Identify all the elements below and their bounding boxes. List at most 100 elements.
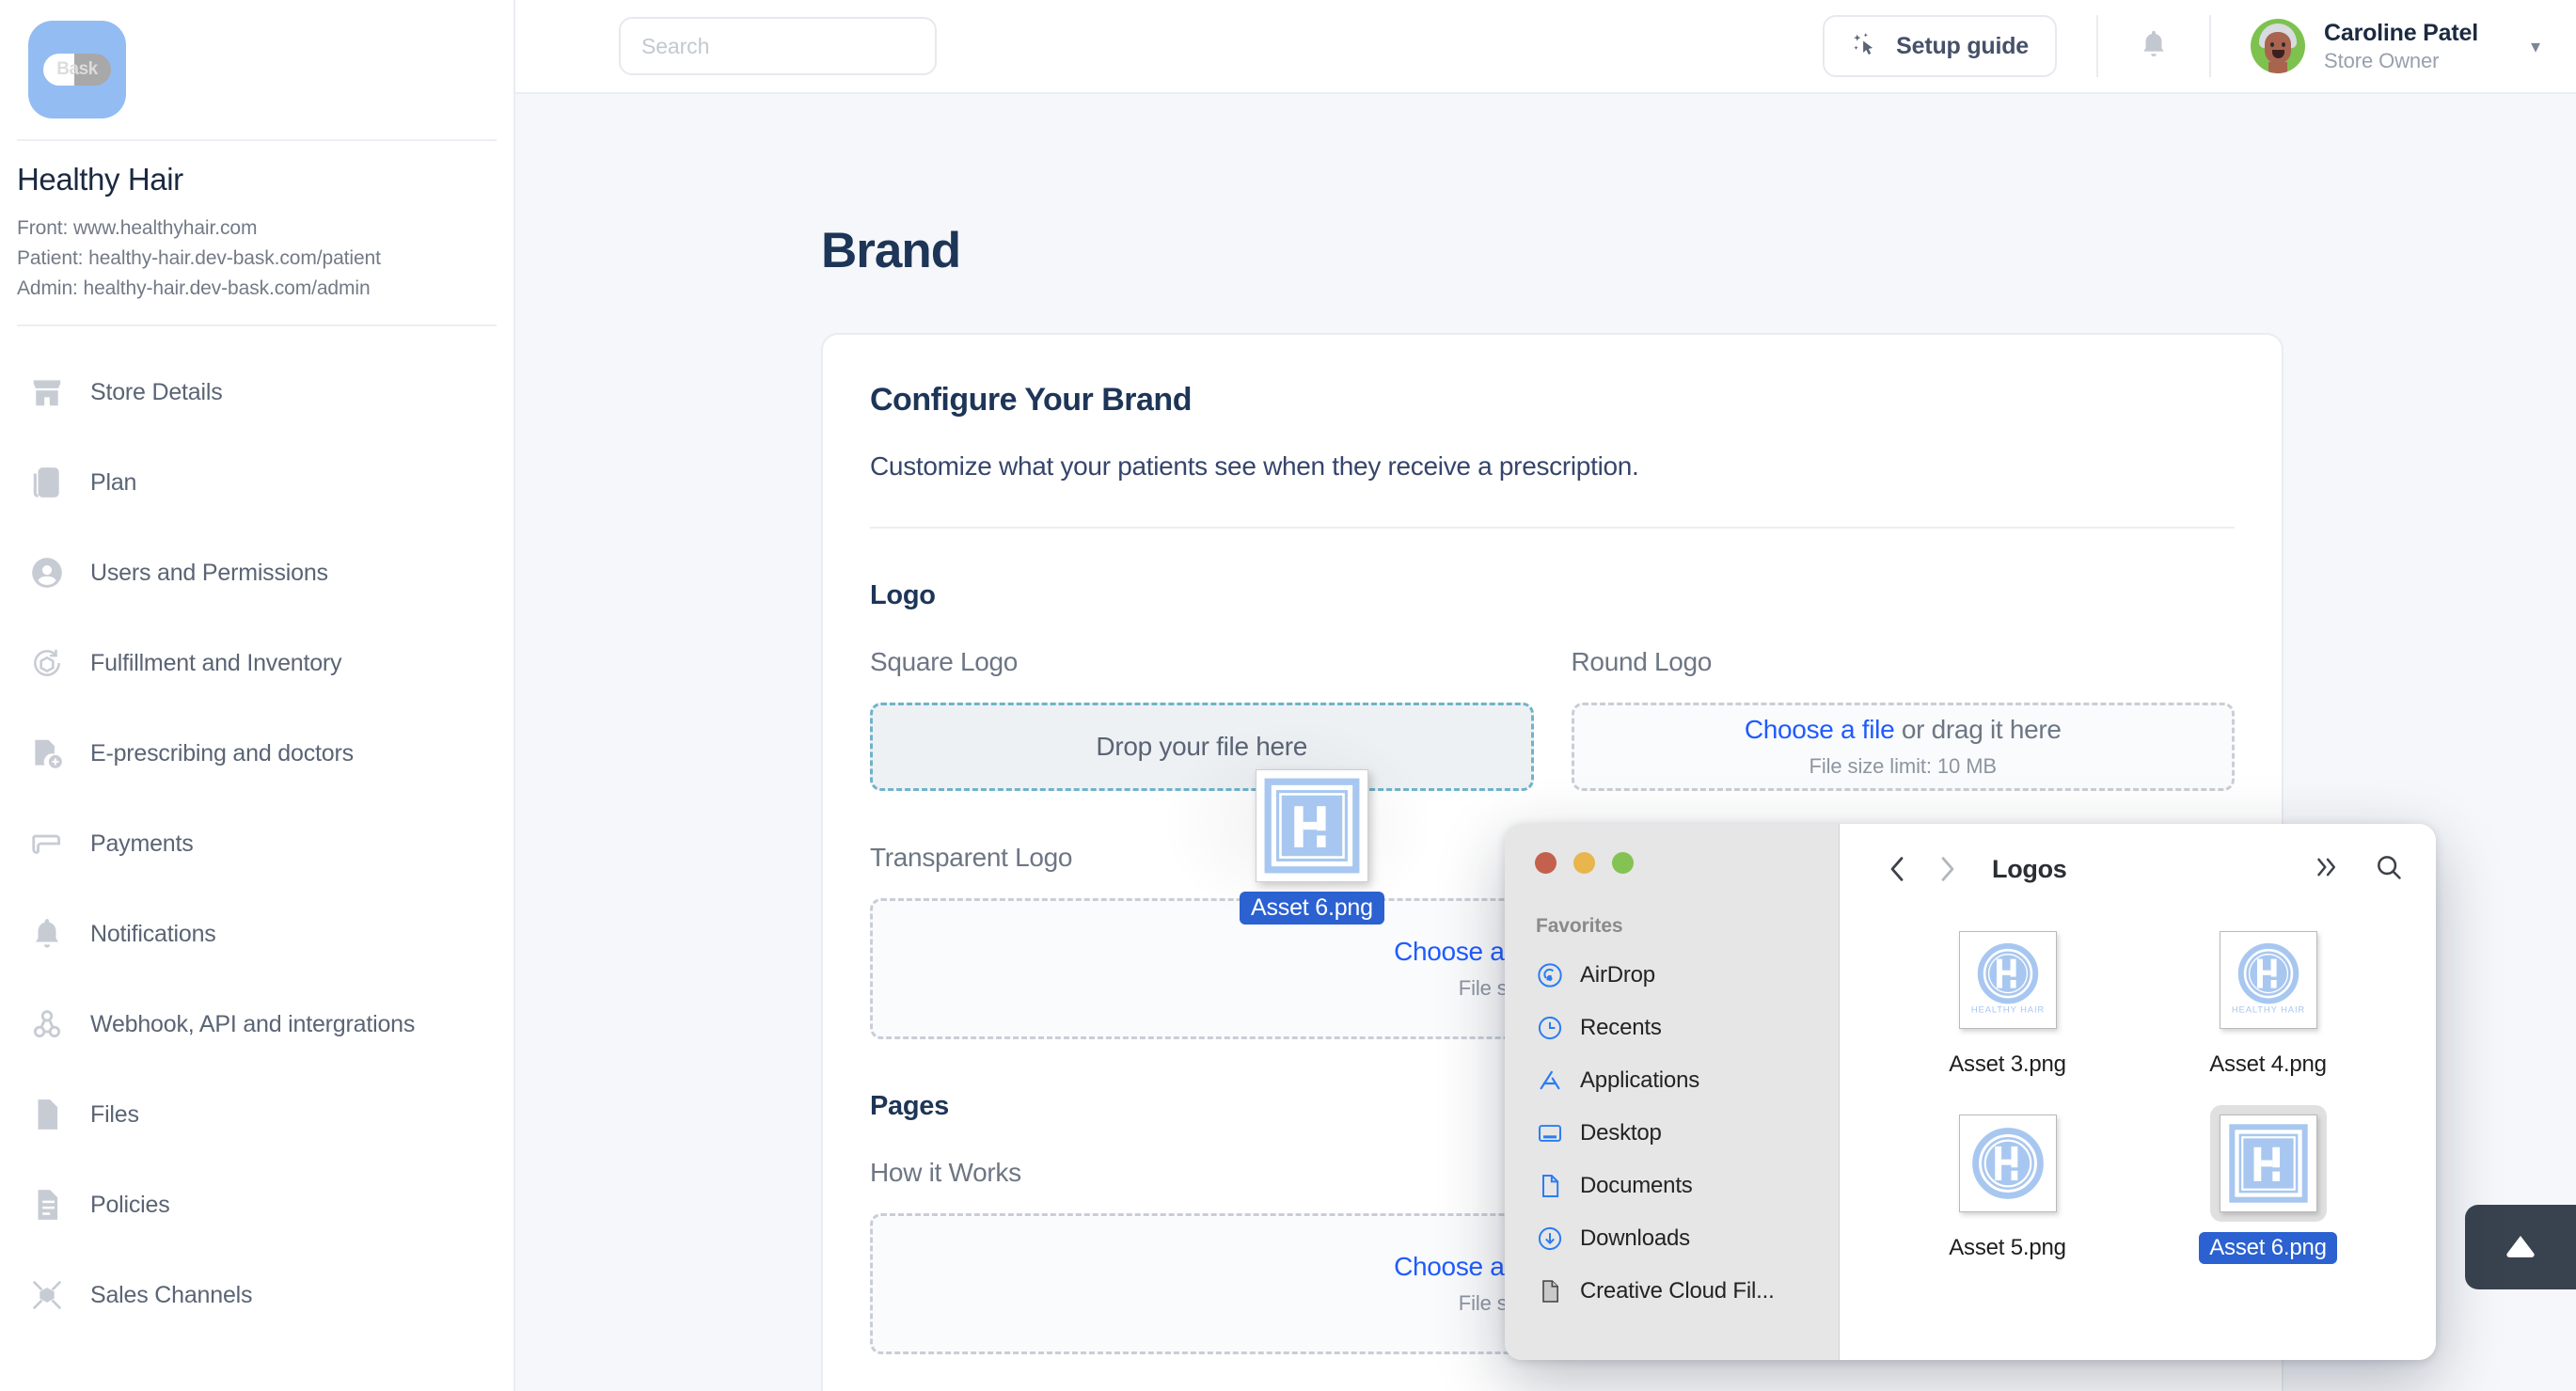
search-icon[interactable] [2374, 852, 2404, 887]
finder-item-downloads[interactable]: Downloads [1505, 1212, 1839, 1265]
logo-grid: Square Logo Drop your file here Round Lo… [823, 647, 2282, 791]
store-url-front: Front: www.healthyhair.com [17, 217, 258, 239]
creative-cloud-icon [1536, 1277, 1564, 1305]
search-placeholder: Search [641, 33, 710, 58]
notifications-button[interactable] [2138, 28, 2170, 65]
sidebar-item-e-prescribing-and-doctors[interactable]: E-prescribing and doctors [0, 708, 514, 798]
store-url-patient: Patient: healthy-hair.dev-bask.com/patie… [17, 247, 381, 270]
square-logo-dropzone[interactable]: Drop your file here [870, 703, 1534, 791]
square-logo-field: Square Logo Drop your file here [870, 647, 1534, 791]
file-item[interactable]: HEALTHY HAIR Asset 4.png [2156, 922, 2381, 1081]
file-item[interactable]: Asset 5.png [1895, 1105, 2121, 1264]
finder-window: Favorites AirDrop Recents Applications D… [1505, 824, 2436, 1360]
healthy-hair-circle-logo [1971, 1128, 2044, 1199]
window-controls [1505, 824, 1839, 874]
store-urls: Front: www.healthyhair.com Patient: heal… [17, 213, 497, 304]
logo-section-title: Logo [870, 580, 936, 610]
topbar-divider-2 [2209, 15, 2212, 77]
sidebar-item-notifications[interactable]: Notifications [0, 889, 514, 979]
finder-file-grid: HEALTHY HAIR Asset 3.png HEALTHY HAIR As… [1840, 914, 2436, 1264]
sidebar-item-store-details[interactable]: Store Details [0, 347, 514, 437]
finder-folder-title: Logos [1992, 854, 2067, 883]
desktop-icon [1536, 1119, 1564, 1147]
setup-guide-button[interactable]: Setup guide [1823, 15, 2058, 77]
triangle-up-icon [2502, 1231, 2539, 1264]
search-input[interactable]: Search [619, 17, 937, 75]
file-name: Asset 4.png [2209, 1051, 2327, 1077]
document-icon [1536, 1172, 1564, 1200]
sidebar-item-plan[interactable]: Plan [0, 437, 514, 528]
drop-your-file-here-text: Drop your file here [1096, 732, 1308, 761]
finder-item-label: Creative Cloud Fil... [1580, 1278, 1775, 1304]
minimize-button[interactable] [1573, 852, 1595, 874]
healthy-hair-square-logo [2228, 1124, 2308, 1203]
sidebar-item-files[interactable]: Files [0, 1069, 514, 1160]
file-thumbnail [1958, 1114, 2057, 1212]
round-logo-dropzone[interactable]: Choose a file or drag it here File size … [1571, 703, 2235, 791]
sidebar-item-label: Users and Permissions [90, 559, 328, 586]
brand-logo-container: Bask [0, 0, 514, 119]
user-icon [28, 554, 66, 592]
scroll-to-top-button[interactable] [2465, 1205, 2576, 1289]
user-role: Store Owner [2324, 48, 2440, 72]
maximize-button[interactable] [1612, 852, 1634, 874]
airdrop-icon [1536, 961, 1564, 989]
sidebar-nav: Store Details Plan Users and Permissions… [0, 326, 514, 1340]
sidebar-item-label: Policies [90, 1191, 170, 1218]
finder-item-airdrop[interactable]: AirDrop [1505, 949, 1839, 1002]
finder-item-label: Documents [1580, 1173, 1693, 1198]
finder-item-recents[interactable]: Recents [1505, 1002, 1839, 1054]
choose-a-file-link[interactable]: Choose a file [1745, 715, 1895, 744]
file-item-selected[interactable]: Asset 6.png [2156, 1105, 2381, 1264]
fulfillment-icon [28, 644, 66, 682]
sidebar-item-label: Store Details [90, 378, 223, 405]
back-button[interactable] [1872, 853, 1922, 885]
prescription-icon [28, 735, 66, 772]
file-thumb-wrap [2209, 1105, 2327, 1222]
round-logo-field: Round Logo Choose a file or drag it here… [1571, 647, 2235, 791]
store-url-admin: Admin: healthy-hair.dev-bask.com/admin [17, 277, 371, 300]
square-logo-label: Square Logo [870, 647, 1019, 676]
more-chevrons-icon[interactable] [2314, 855, 2342, 884]
user-menu[interactable]: Caroline Patel Store Owner ▾ [2251, 19, 2540, 73]
svg-text:HEALTHY HAIR: HEALTHY HAIR [2231, 1004, 2304, 1015]
favorites-header: Favorites [1536, 915, 1623, 937]
app-root: Bask Healthy Hair Front: www.healthyhair… [0, 0, 2576, 1391]
sidebar-item-label: Files [90, 1100, 139, 1128]
card-divider [870, 527, 2235, 529]
user-meta: Caroline Patel Store Owner [2324, 20, 2478, 73]
round-logo-label: Round Logo [1571, 647, 1713, 676]
finder-item-desktop[interactable]: Desktop [1505, 1107, 1839, 1160]
sidebar: Bask Healthy Hair Front: www.healthyhair… [0, 0, 515, 1391]
card-header: Configure Your Brand Customize what your… [823, 335, 2282, 529]
finder-sidebar: Favorites AirDrop Recents Applications D… [1505, 824, 1840, 1360]
finder-item-documents[interactable]: Documents [1505, 1160, 1839, 1212]
sidebar-item-payments[interactable]: Payments [0, 798, 514, 889]
logo-section: Logo [823, 580, 2282, 611]
card-subtitle: Customize what your patients see when th… [870, 451, 1639, 481]
top-bar: Search Setup guide Caroline Patel Store … [515, 0, 2576, 94]
forward-button[interactable] [1922, 853, 1973, 885]
webhook-icon [28, 1005, 66, 1043]
finder-item-applications[interactable]: Applications [1505, 1054, 1839, 1107]
drag-it-here-text: or drag it here [1894, 715, 2062, 744]
file-thumbnail: HEALTHY HAIR [1958, 931, 2057, 1029]
finder-toolbar: Logos [1840, 824, 2436, 914]
file-item[interactable]: HEALTHY HAIR Asset 3.png [1895, 922, 2121, 1081]
healthy-hair-circle-logo: HEALTHY HAIR [2231, 942, 2304, 1015]
sidebar-item-fulfillment-and-inventory[interactable]: Fulfillment and Inventory [0, 618, 514, 708]
file-thumbnail: HEALTHY HAIR [2219, 931, 2317, 1029]
file-name: Asset 5.png [1949, 1235, 2066, 1260]
close-button[interactable] [1535, 852, 1557, 874]
setup-guide-label: Setup guide [1896, 32, 2030, 59]
favorites-list: AirDrop Recents Applications Desktop Doc… [1505, 938, 1839, 1318]
sidebar-item-label: Payments [90, 830, 194, 857]
sidebar-item-users-and-permissions[interactable]: Users and Permissions [0, 528, 514, 618]
sidebar-item-sales-channels[interactable]: Sales Channels [0, 1250, 514, 1340]
sidebar-item-policies[interactable]: Policies [0, 1160, 514, 1250]
policy-icon [28, 1186, 66, 1224]
finder-item-creative-cloud-files[interactable]: Creative Cloud Fil... [1505, 1265, 1839, 1318]
sidebar-item-webhook-api-and-intergrations[interactable]: Webhook, API and intergrations [0, 979, 514, 1069]
finder-content: Logos HEALTHY HAIR Asset 3.png HEALTHY H… [1840, 824, 2436, 1360]
file-name: Asset 6.png [2199, 1232, 2337, 1264]
